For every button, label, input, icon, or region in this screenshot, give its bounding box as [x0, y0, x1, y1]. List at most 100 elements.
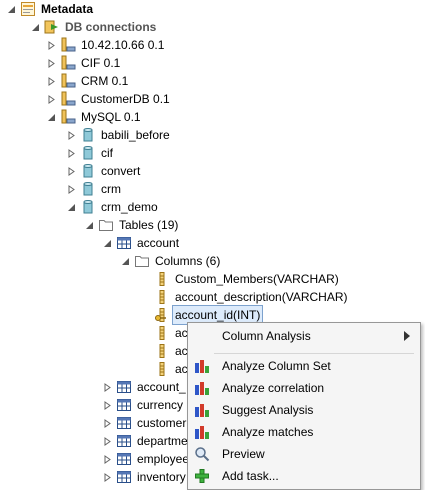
connection-icon: [60, 37, 76, 53]
menu-item-label: Preview: [222, 447, 265, 461]
database-icon: [80, 181, 96, 197]
tree-node-connection[interactable]: CustomerDB 0.1: [46, 90, 170, 108]
tree-label: CustomerDB 0.1: [81, 92, 170, 106]
expand-arrow-icon[interactable]: [66, 180, 76, 198]
collapse-arrow-icon[interactable]: [84, 216, 94, 234]
tree-node-column[interactable]: account_description(VARCHAR): [154, 288, 348, 306]
tree-node-connection[interactable]: 10.42.10.66 0.1: [46, 36, 164, 54]
expand-arrow-icon[interactable]: [102, 378, 112, 396]
tree-label: ac: [175, 362, 188, 376]
tree-label: DB connections: [65, 20, 157, 34]
tree-node-schema[interactable]: convert: [66, 162, 140, 180]
submenu-arrow-icon: [404, 330, 410, 344]
tree-node-table[interactable]: inventory: [102, 468, 186, 486]
expand-arrow-icon[interactable]: [66, 144, 76, 162]
tree-label: convert: [101, 164, 141, 178]
expand-arrow-icon[interactable]: [46, 36, 56, 54]
menu-item-preview[interactable]: Preview: [188, 443, 420, 465]
tree-node-metadata[interactable]: Metadata: [6, 0, 93, 18]
analysis-icon: [194, 424, 210, 440]
tree-node-schema[interactable]: babili_before: [66, 126, 170, 144]
menu-item-analyze-matches[interactable]: Analyze matches: [188, 421, 420, 443]
folder-icon: [98, 217, 114, 233]
tree-node-schema[interactable]: cif: [66, 144, 113, 162]
tree-label: customer: [137, 416, 187, 430]
tree-node-column[interactable]: ac: [154, 360, 188, 378]
tree-node-column[interactable]: ac: [154, 342, 188, 360]
db-connections-icon: [44, 19, 60, 35]
tree-label: Metadata: [41, 2, 94, 16]
expand-arrow-icon[interactable]: [46, 72, 56, 90]
tree-label: Columns (6): [155, 254, 221, 268]
tree-node-table[interactable]: departme: [102, 432, 188, 450]
tree-node-tables-folder[interactable]: Tables (19): [84, 216, 178, 234]
menu-item-label: Add task...: [222, 469, 279, 483]
column-icon: [154, 289, 170, 305]
expand-arrow-icon[interactable]: [102, 468, 112, 486]
menu-separator: [214, 353, 414, 354]
menu-item-add-task[interactable]: Add task...: [188, 465, 420, 487]
column-icon: [154, 325, 170, 341]
connection-icon: [60, 109, 76, 125]
expand-arrow-icon[interactable]: [102, 414, 112, 432]
tree-label: babili_before: [101, 128, 170, 142]
tree-node-schema[interactable]: crm_demo: [66, 198, 158, 216]
tree-node-table[interactable]: currency: [102, 396, 183, 414]
expand-arrow-icon[interactable]: [46, 90, 56, 108]
analysis-icon: [194, 380, 210, 396]
collapse-arrow-icon[interactable]: [30, 18, 40, 36]
tree-node-db-connections[interactable]: DB connections: [30, 18, 156, 36]
tree-node-connection[interactable]: CIF 0.1: [46, 54, 120, 72]
tree-node-table[interactable]: employee: [102, 450, 189, 468]
table-icon: [116, 415, 132, 431]
expand-arrow-icon[interactable]: [66, 126, 76, 144]
tree-label: CRM 0.1: [81, 74, 129, 88]
connection-icon: [60, 55, 76, 71]
analysis-icon: [194, 358, 210, 374]
database-icon: [80, 127, 96, 143]
expand-arrow-icon[interactable]: [46, 54, 56, 72]
plus-icon: [194, 468, 210, 484]
collapse-arrow-icon[interactable]: [46, 108, 56, 126]
tree-node-connection[interactable]: MySQL 0.1: [46, 108, 141, 126]
tree-label: employee: [137, 452, 190, 466]
tree-node-column[interactable]: Custom_Members(VARCHAR): [154, 270, 339, 288]
analysis-icon: [194, 402, 210, 418]
collapse-arrow-icon[interactable]: [66, 198, 76, 216]
tree-label: crm: [101, 182, 121, 196]
tree-label: departme: [137, 434, 188, 448]
tree-node-table[interactable]: account_: [102, 378, 186, 396]
tree-node-table[interactable]: customer: [102, 414, 186, 432]
column-icon: [154, 361, 170, 377]
menu-item-column-analysis[interactable]: Column Analysis: [188, 325, 420, 347]
menu-item-label: Analyze matches: [222, 425, 314, 439]
collapse-arrow-icon[interactable]: [6, 0, 16, 18]
tree-label: cif: [101, 146, 113, 160]
menu-item-analyze-correlation[interactable]: Analyze correlation: [188, 377, 420, 399]
tree-node-table-account[interactable]: account: [102, 234, 179, 252]
tree-node-column[interactable]: ac: [154, 324, 188, 342]
expand-arrow-icon[interactable]: [102, 432, 112, 450]
tree-label: CIF 0.1: [81, 56, 121, 70]
table-icon: [116, 469, 132, 485]
tree-node-connection[interactable]: CRM 0.1: [46, 72, 128, 90]
menu-item-analyze-column-set[interactable]: Analyze Column Set: [188, 355, 420, 377]
column-icon: [154, 271, 170, 287]
tree-node-columns-folder[interactable]: Columns (6): [120, 252, 220, 270]
collapse-arrow-icon[interactable]: [120, 252, 130, 270]
tree-label: account_description(VARCHAR): [175, 290, 348, 304]
tree-label: account: [137, 236, 180, 250]
expand-arrow-icon[interactable]: [102, 396, 112, 414]
collapse-arrow-icon[interactable]: [102, 234, 112, 252]
menu-item-label: Suggest Analysis: [222, 403, 314, 417]
tree-label: crm_demo: [101, 200, 158, 214]
connection-icon: [60, 91, 76, 107]
expand-arrow-icon[interactable]: [102, 450, 112, 468]
expand-arrow-icon[interactable]: [66, 162, 76, 180]
database-icon: [80, 199, 96, 215]
tree-node-schema[interactable]: crm: [66, 180, 121, 198]
table-icon: [116, 397, 132, 413]
table-icon: [116, 379, 132, 395]
menu-item-suggest-analysis[interactable]: Suggest Analysis: [188, 399, 420, 421]
column-icon: [154, 343, 170, 359]
